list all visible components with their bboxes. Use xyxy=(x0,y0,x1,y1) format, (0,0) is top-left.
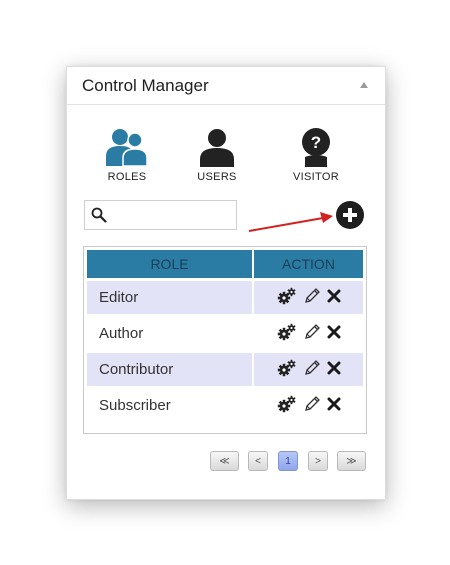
panel-header: Control Manager xyxy=(67,67,385,105)
svg-text:?: ? xyxy=(311,133,321,152)
action-cell xyxy=(254,281,363,314)
visitor-question-icon: ? xyxy=(302,128,330,167)
delete-x-icon[interactable] xyxy=(327,325,341,343)
role-name-cell: Contributor xyxy=(87,353,254,386)
nav-users[interactable]: USERS xyxy=(182,127,252,183)
role-name-cell: Editor xyxy=(87,281,254,314)
roles-table: ROLE ACTION Editor Author Contributor Subsc… xyxy=(83,246,367,434)
nav-visitor-label: VISITOR xyxy=(293,171,339,183)
table-row: Subscriber xyxy=(87,389,363,422)
annotation-arrow xyxy=(248,212,333,232)
table-row: Author xyxy=(87,317,363,350)
next-page-button[interactable]: > xyxy=(308,451,328,471)
page-1-button[interactable]: 1 xyxy=(278,451,298,471)
edit-pencil-icon[interactable] xyxy=(303,287,321,309)
settings-icon[interactable] xyxy=(277,395,297,417)
delete-x-icon[interactable] xyxy=(327,397,341,415)
settings-icon[interactable] xyxy=(277,287,297,309)
settings-icon[interactable] xyxy=(277,323,297,345)
settings-icon[interactable] xyxy=(277,359,297,381)
search-box[interactable] xyxy=(84,200,237,230)
edit-pencil-icon[interactable] xyxy=(303,395,321,417)
add-button[interactable] xyxy=(335,200,365,230)
delete-x-icon[interactable] xyxy=(327,289,341,307)
last-page-button[interactable]: ≫ xyxy=(337,451,366,471)
panel-title: Control Manager xyxy=(82,76,209,95)
control-manager-panel: Control Manager ROLES USERS ? VISITOR RO… xyxy=(66,66,386,500)
search-input[interactable] xyxy=(113,205,235,227)
search-icon xyxy=(91,207,107,223)
nav-visitor[interactable]: ? VISITOR xyxy=(281,127,351,183)
nav-roles[interactable]: ROLES xyxy=(92,127,162,183)
role-name-cell: Author xyxy=(87,317,254,350)
role-column-header[interactable]: ROLE xyxy=(87,250,254,278)
collapse-triangle-icon[interactable] xyxy=(360,82,368,88)
action-cell xyxy=(254,353,363,386)
edit-pencil-icon[interactable] xyxy=(303,323,321,345)
edit-pencil-icon[interactable] xyxy=(303,359,321,381)
first-page-button[interactable]: ≪ xyxy=(210,451,239,471)
delete-x-icon[interactable] xyxy=(327,361,341,379)
action-cell xyxy=(254,317,363,350)
prev-page-button[interactable]: < xyxy=(248,451,268,471)
nav-roles-label: ROLES xyxy=(107,171,147,183)
user-icon xyxy=(200,129,234,167)
table-header-row: ROLE ACTION xyxy=(87,250,363,278)
table-row: Editor xyxy=(87,281,363,314)
action-cell xyxy=(254,389,363,422)
role-name-cell: Subscriber xyxy=(87,389,254,422)
users-group-icon xyxy=(106,129,148,167)
nav-users-label: USERS xyxy=(197,171,237,183)
table-row: Contributor xyxy=(87,353,363,386)
action-column-header: ACTION xyxy=(254,250,363,278)
